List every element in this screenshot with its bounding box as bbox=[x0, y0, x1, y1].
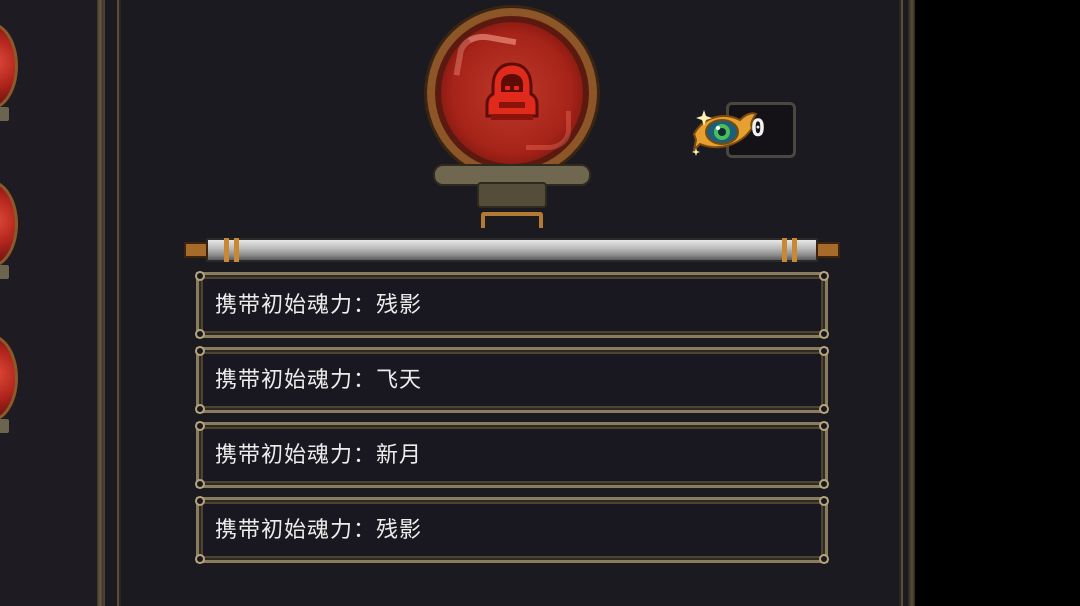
frame-corner bbox=[195, 329, 205, 339]
frame-corner bbox=[195, 496, 205, 506]
frame-corner bbox=[195, 479, 205, 489]
frame-corner bbox=[819, 271, 829, 281]
side-character-list bbox=[0, 0, 103, 606]
scroll-rod bbox=[184, 236, 840, 264]
character-portrait[interactable] bbox=[425, 8, 601, 228]
crystal-ball bbox=[427, 8, 597, 178]
side-character-orb[interactable] bbox=[0, 180, 18, 279]
frame-corner bbox=[819, 329, 829, 339]
perk-entry-label: 携带初始魂力：新月 bbox=[215, 443, 423, 468]
side-character-orb[interactable] bbox=[0, 22, 18, 121]
frame-corner bbox=[819, 346, 829, 356]
frame-corner bbox=[819, 404, 829, 414]
frame-corner bbox=[819, 496, 829, 506]
game-screen: 0 携带初始魂力：残影 携带初始魂力：飞天 携带初始魂力：新月 携带初始魂力：残… bbox=[0, 0, 1080, 606]
scroll-rod-band bbox=[782, 238, 787, 262]
scroll-rod-band bbox=[224, 238, 229, 262]
frame-corner bbox=[195, 404, 205, 414]
scroll-rod-cap bbox=[184, 242, 208, 258]
perk-entry[interactable]: 携带初始魂力：新月 bbox=[195, 421, 829, 489]
currency-counter: 0 bbox=[690, 98, 810, 164]
perk-entry-label: 携带初始魂力：残影 bbox=[215, 518, 423, 543]
orb-stand-stem bbox=[477, 182, 547, 208]
frame-corner bbox=[195, 421, 205, 431]
perk-entry-label: 携带初始魂力：残影 bbox=[215, 293, 423, 318]
right-empty-area bbox=[915, 0, 1080, 606]
scroll-rod-cap bbox=[816, 242, 840, 258]
orb-stand-clip bbox=[481, 212, 543, 228]
perk-entry-label: 携带初始魂力：飞天 bbox=[215, 368, 423, 393]
frame-corner bbox=[195, 554, 205, 564]
frame-corner bbox=[819, 421, 829, 431]
orb-stand bbox=[433, 160, 591, 228]
perk-entry[interactable]: 携带初始魂力：残影 bbox=[195, 496, 829, 564]
perk-entry[interactable]: 携带初始魂力：残影 bbox=[195, 271, 829, 339]
perk-entry[interactable]: 携带初始魂力：飞天 bbox=[195, 346, 829, 414]
hooded-figure-icon bbox=[485, 62, 539, 120]
scroll-rod-band bbox=[792, 238, 797, 262]
currency-count: 0 bbox=[750, 114, 766, 142]
scroll-rod-bar bbox=[206, 238, 818, 262]
frame-corner bbox=[195, 271, 205, 281]
frame-corner bbox=[819, 479, 829, 489]
side-character-orb[interactable] bbox=[0, 334, 18, 433]
frame-corner bbox=[819, 554, 829, 564]
frame-corner bbox=[195, 346, 205, 356]
scroll-rod-band bbox=[234, 238, 239, 262]
